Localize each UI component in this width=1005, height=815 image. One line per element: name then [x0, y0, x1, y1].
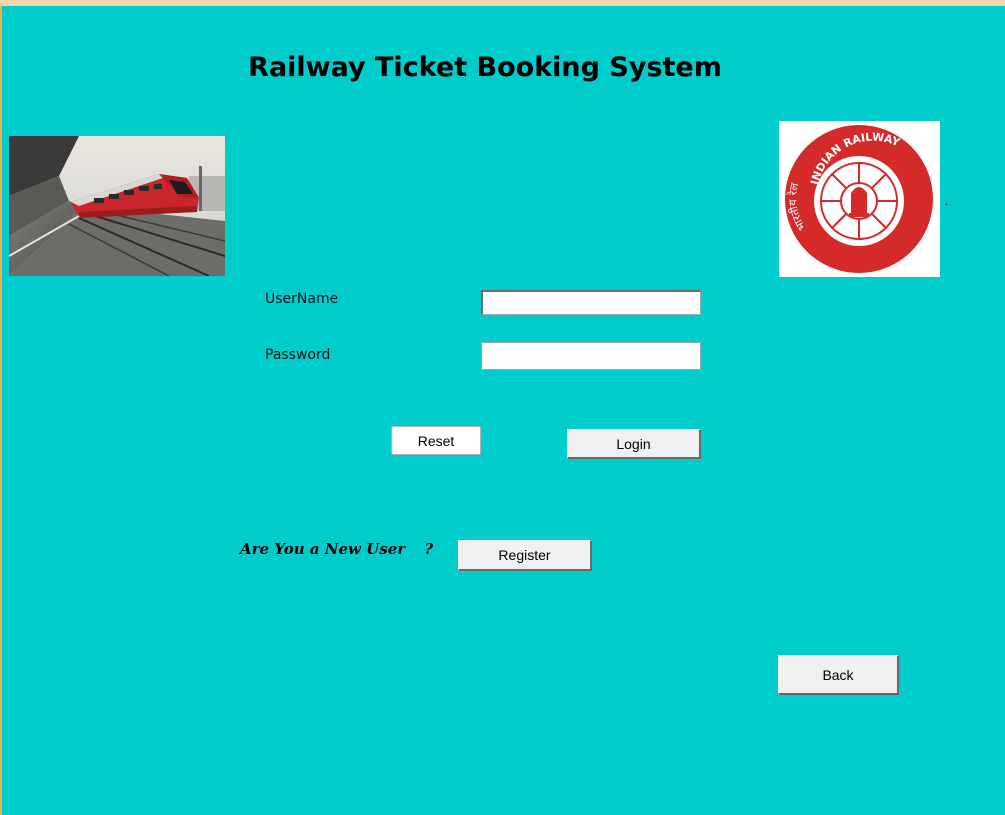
- window-top-border: [0, 0, 1005, 6]
- back-button[interactable]: Back: [778, 655, 899, 695]
- password-input[interactable]: [481, 342, 701, 370]
- new-user-question-mark: ?: [424, 540, 434, 558]
- login-button[interactable]: Login: [567, 429, 701, 459]
- window-left-border: [0, 6, 2, 815]
- password-label: Password: [265, 347, 331, 363]
- username-input[interactable]: [481, 290, 701, 315]
- register-button[interactable]: Register: [458, 540, 592, 571]
- train-photo: [9, 136, 225, 276]
- page-title: Railway Ticket Booking System: [248, 52, 722, 83]
- stray-dot: .: [945, 197, 949, 208]
- new-user-prompt: Are You a New User ?: [240, 540, 433, 558]
- indian-railway-logo: INDIAN RAILWAY भारतीय रेल: [779, 121, 940, 277]
- reset-button[interactable]: Reset: [391, 426, 481, 455]
- new-user-text: Are You a New User: [240, 540, 406, 558]
- username-label: UserName: [265, 291, 339, 307]
